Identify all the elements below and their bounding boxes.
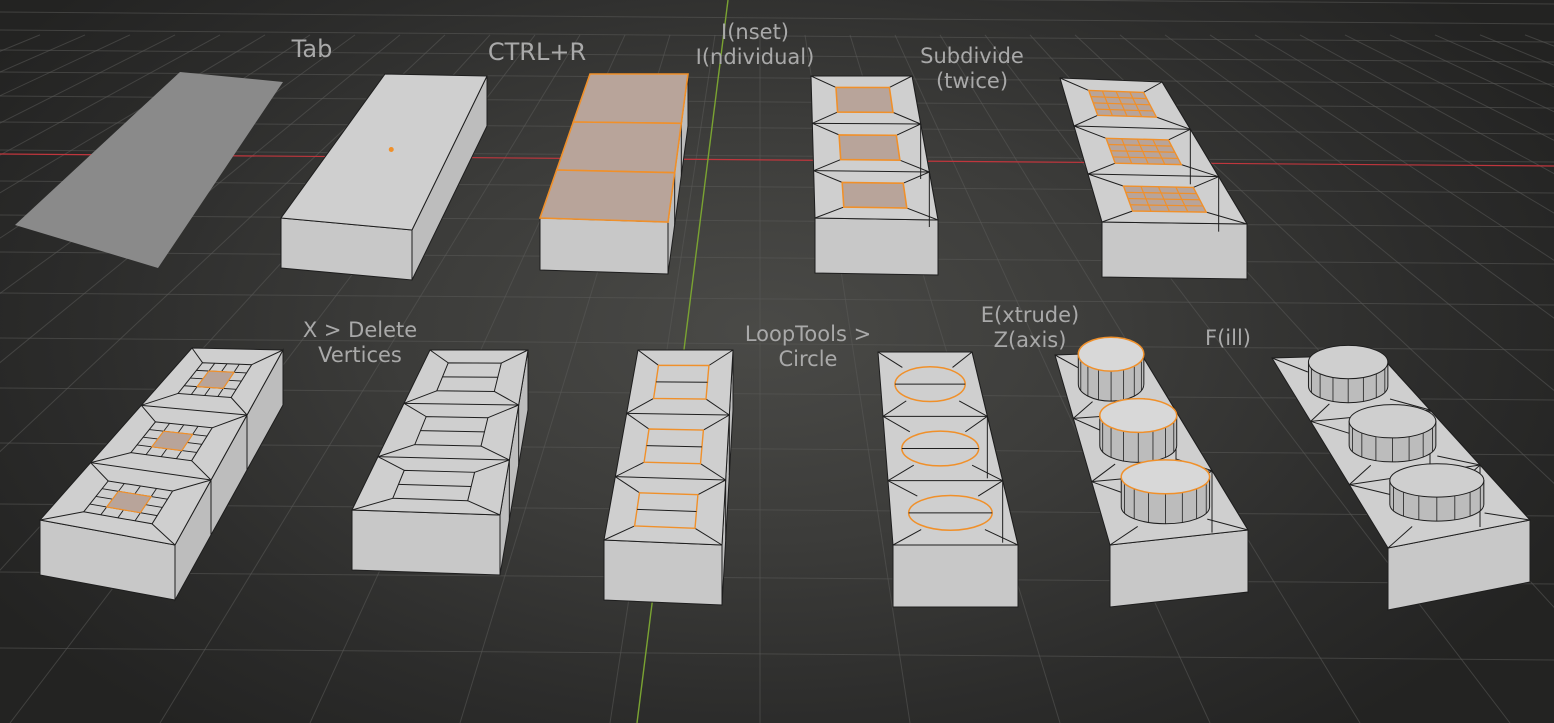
mesh-object-mode-box[interactable] <box>15 72 283 268</box>
3d-viewport[interactable]: Tab CTRL+R I(nset) I(ndividual) Subdivid… <box>0 0 1554 723</box>
label-tab: Tab <box>291 35 333 63</box>
mesh-fill-box[interactable] <box>1271 344 1531 611</box>
mesh-extrude-box[interactable] <box>1054 336 1249 608</box>
mesh-loop-cut-box[interactable] <box>538 73 689 275</box>
label-fill: F(ill) <box>1205 326 1251 350</box>
mesh-inset-box[interactable] <box>810 75 939 276</box>
mesh-edit-mode-box[interactable] <box>280 73 488 281</box>
label-extrude-z-axis: E(xtrude) Z(axis) <box>980 303 1080 352</box>
mesh-looptools-circle-box[interactable] <box>877 351 1019 608</box>
mesh-deleted-vertices-box[interactable] <box>351 349 529 576</box>
mesh-loop-selected-box[interactable] <box>603 349 734 606</box>
mesh-subdivide-box[interactable] <box>1059 77 1248 281</box>
label-subdivide-twice: Subdivide (twice) <box>920 44 1024 93</box>
label-inset-individual: I(nset) I(ndividual) <box>695 20 815 69</box>
label-looptools-circle: LoopTools > Circle <box>744 322 872 371</box>
mesh-delete-vertices-box[interactable] <box>39 347 284 602</box>
label-delete-vertices: X > Delete Vertices <box>302 318 418 367</box>
label-ctrl-r: CTRL+R <box>487 38 587 66</box>
